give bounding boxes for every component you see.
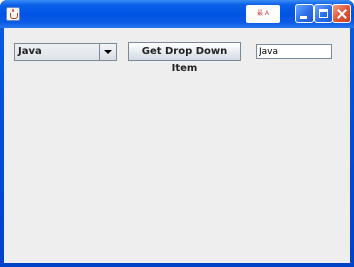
close-button[interactable]	[332, 4, 351, 23]
minimize-button[interactable]	[295, 4, 314, 23]
maximize-button[interactable]	[314, 4, 333, 23]
title-bar[interactable]: 最 A	[0, 0, 354, 28]
content-pane: Java Get Drop Down Item	[4, 28, 350, 263]
dropdown-selected-value: Java	[18, 46, 42, 57]
get-drop-down-item-button[interactable]: Get Drop Down Item	[128, 42, 241, 74]
dropdown-arrow-button[interactable]	[99, 44, 116, 60]
java-cup-icon[interactable]	[6, 7, 20, 21]
ime-indicator[interactable]: 最 A	[246, 5, 280, 23]
language-dropdown[interactable]: Java	[14, 43, 117, 61]
maximize-icon	[319, 9, 328, 18]
app-window: 最 A Java Get Drop Down Item	[0, 0, 354, 267]
result-text-field[interactable]	[256, 44, 332, 59]
minimize-icon	[300, 16, 307, 19]
chevron-down-icon	[104, 50, 112, 54]
